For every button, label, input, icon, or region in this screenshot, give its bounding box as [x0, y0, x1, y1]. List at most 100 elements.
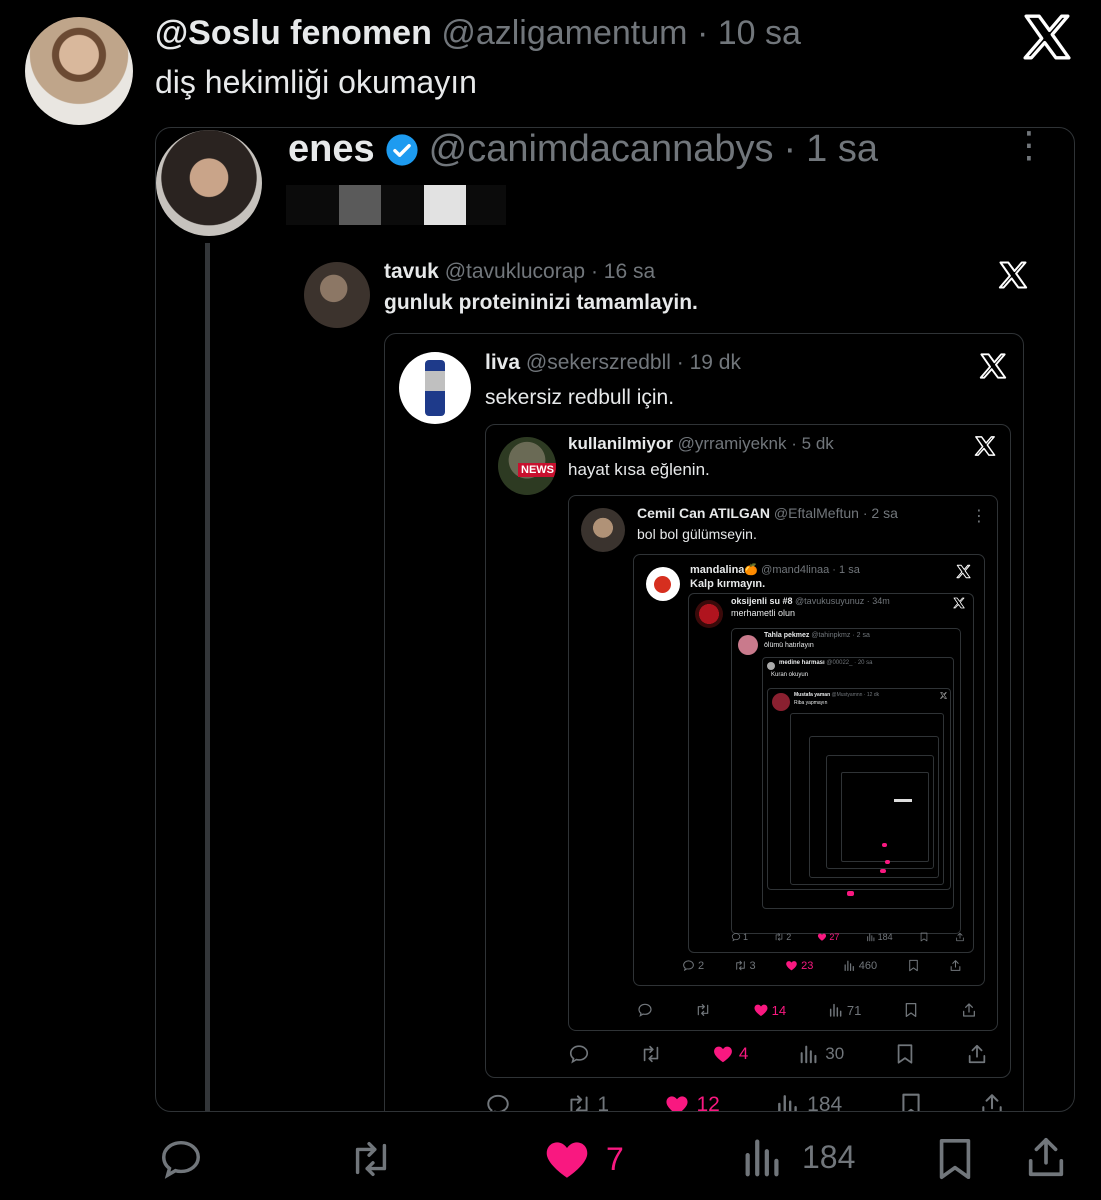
- x-logo-icon: [974, 435, 996, 457]
- like-button[interactable]: 14: [753, 1002, 786, 1018]
- level5-handle[interactable]: @mand4linaa: [761, 564, 829, 576]
- reply-button[interactable]: 2: [682, 959, 704, 972]
- level1-handle[interactable]: @tavuklucorap: [445, 260, 585, 283]
- views-button[interactable]: 460: [843, 959, 877, 972]
- views-button[interactable]: 30: [798, 1043, 844, 1065]
- views-button[interactable]: 184: [866, 932, 893, 942]
- retweet-icon[interactable]: [695, 1002, 711, 1018]
- quoted-tweet-card[interactable]: enes @canimdacannabys · 1 sa ⋮ tavuk @ta…: [155, 127, 1075, 1112]
- quoted-time[interactable]: 1 sa: [806, 128, 878, 171]
- level6-time[interactable]: 34m: [872, 596, 890, 606]
- level2-display-name[interactable]: liva: [485, 351, 520, 374]
- like-button[interactable]: 12: [664, 1092, 720, 1111]
- level9-time[interactable]: 12 dk: [867, 692, 879, 698]
- level4-time[interactable]: 2 sa: [871, 505, 897, 521]
- views-button[interactable]: 184: [740, 1134, 855, 1180]
- level1-time[interactable]: 16 sa: [604, 260, 655, 283]
- quoted-display-name[interactable]: enes: [288, 128, 375, 171]
- level4-avatar[interactable]: [581, 508, 625, 552]
- level3-avatar[interactable]: NEWS: [498, 437, 556, 495]
- bookmark-icon[interactable]: [903, 1002, 919, 1018]
- like-button[interactable]: 23: [785, 959, 813, 972]
- level9-display-name[interactable]: Mustafa yaman: [794, 692, 830, 698]
- level2-time[interactable]: 19 dk: [690, 351, 741, 374]
- more-dots-icon[interactable]: ⋮: [1011, 128, 1047, 178]
- reply-icon[interactable]: [637, 1002, 653, 1018]
- bookmark-icon[interactable]: [898, 1092, 924, 1112]
- share-icon[interactable]: [955, 932, 965, 942]
- level9-avatar[interactable]: [772, 693, 790, 711]
- level4-display-name[interactable]: Cemil Can ATILGAN: [637, 505, 770, 521]
- level5-avatar[interactable]: [646, 567, 680, 601]
- level9-handle[interactable]: @Mustyamnn: [832, 692, 863, 698]
- level8-time[interactable]: 20 sa: [858, 660, 873, 666]
- nested-card[interactable]: [790, 713, 944, 885]
- reply-icon[interactable]: [485, 1092, 511, 1112]
- level8-handle[interactable]: @00022_: [826, 660, 852, 666]
- level3-display-name[interactable]: kullanilmiyor: [568, 434, 673, 453]
- heart-icon: [817, 932, 827, 942]
- level6-handle[interactable]: @tavukusuyunuz: [795, 596, 864, 606]
- reply-button[interactable]: 1: [731, 932, 748, 942]
- retweet-icon[interactable]: [348, 1136, 394, 1182]
- level1-action-bar: 1 12 184: [485, 1092, 1005, 1112]
- retweet-button[interactable]: 1: [566, 1092, 609, 1111]
- author-handle[interactable]: @azligamentum: [441, 14, 687, 52]
- like-count: 23: [801, 959, 814, 972]
- level2-handle[interactable]: @sekerszredbll: [526, 351, 671, 374]
- level1-display-name[interactable]: tavuk: [384, 260, 439, 283]
- level3-time[interactable]: 5 dk: [802, 434, 834, 453]
- level8-card[interactable]: medine harması @00022_ · 20 sa Kuran oku…: [762, 657, 954, 909]
- retweet-button[interactable]: 3: [734, 959, 756, 972]
- more-dots-icon[interactable]: ⋮: [971, 506, 987, 526]
- level9-card[interactable]: Mustafa yaman @Mustyamnn · 12 dk Riba ya…: [767, 688, 951, 890]
- level5-card[interactable]: mandalina🍊 @mand4linaa · 1 sa Kalp kırma…: [633, 554, 985, 986]
- like-button[interactable]: 7: [542, 1134, 624, 1184]
- bookmark-icon[interactable]: [919, 932, 929, 942]
- redacted-block: [339, 185, 381, 225]
- share-icon[interactable]: [1023, 1134, 1069, 1180]
- bookmark-icon[interactable]: [907, 959, 920, 972]
- tweet-time[interactable]: 10 sa: [718, 14, 801, 52]
- level2-avatar[interactable]: [399, 352, 471, 424]
- nested-card[interactable]: [826, 755, 934, 869]
- share-icon[interactable]: [961, 1002, 977, 1018]
- reply-icon[interactable]: [568, 1043, 590, 1065]
- level5-time[interactable]: 1 sa: [839, 564, 860, 576]
- retweet-icon[interactable]: [640, 1043, 662, 1065]
- level8-display-name[interactable]: medine harması: [779, 660, 825, 666]
- level7-handle[interactable]: @tahinpkmz: [811, 632, 850, 639]
- level7-display-name[interactable]: Tahla pekmez: [764, 632, 809, 639]
- level1-avatar[interactable]: [304, 262, 370, 328]
- like-button[interactable]: 4: [712, 1043, 748, 1065]
- level7-time[interactable]: 2 sa: [857, 632, 870, 639]
- level6-card[interactable]: oksijenli su #8 @tavukusuyunuz · 34m mer…: [688, 593, 974, 953]
- like-button[interactable]: 27: [817, 932, 839, 942]
- level7-card[interactable]: Tahla pekmez @tahinpkmz · 2 sa ölümü hat…: [731, 628, 961, 934]
- level3-handle[interactable]: @yrramiyeknk: [678, 434, 787, 453]
- level2-card[interactable]: liva @sekerszredbll · 19 dk sekersiz red…: [384, 333, 1024, 1112]
- quoted-handle[interactable]: @canimdacannabys: [429, 128, 774, 171]
- quoted-avatar[interactable]: [156, 130, 262, 236]
- nested-card[interactable]: [841, 772, 929, 862]
- share-icon[interactable]: [949, 959, 962, 972]
- reply-icon[interactable]: [158, 1136, 204, 1182]
- level6-display-name[interactable]: oksijenli su #8: [731, 596, 793, 606]
- level7-avatar[interactable]: [738, 635, 758, 655]
- retweet-button[interactable]: 2: [774, 932, 791, 942]
- level8-avatar[interactable]: [767, 662, 775, 670]
- level5-display-name[interactable]: mandalina🍊: [690, 564, 758, 576]
- author-avatar[interactable]: [25, 17, 133, 125]
- share-icon[interactable]: [966, 1043, 988, 1065]
- author-display-name[interactable]: @Soslu fenomen: [155, 14, 432, 52]
- level4-handle[interactable]: @EftalMeftun: [774, 505, 859, 521]
- views-button[interactable]: 71: [828, 1002, 861, 1018]
- bookmark-icon[interactable]: [932, 1136, 978, 1182]
- share-icon[interactable]: [979, 1092, 1005, 1112]
- nested-card[interactable]: [809, 736, 939, 878]
- level3-card[interactable]: NEWS kullanilmiyor @yrramiyeknk · 5 dk h…: [485, 424, 1011, 1078]
- views-button[interactable]: 184: [775, 1092, 842, 1111]
- bookmark-icon[interactable]: [894, 1043, 916, 1065]
- level4-card[interactable]: Cemil Can ATILGAN @EftalMeftun · 2 sa bo…: [568, 495, 998, 1031]
- level6-avatar[interactable]: [695, 600, 723, 628]
